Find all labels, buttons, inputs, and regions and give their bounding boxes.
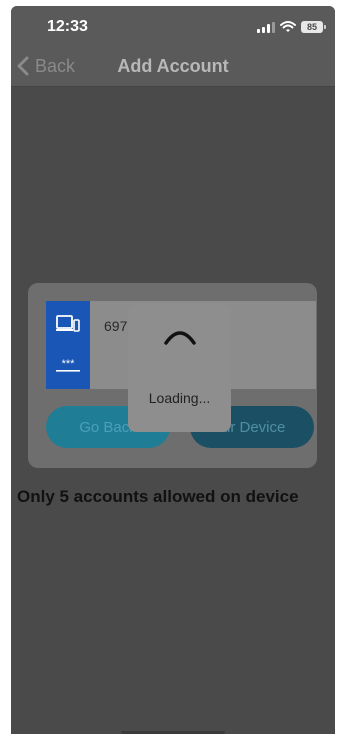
battery-icon: 85 <box>301 21 326 33</box>
status-time: 12:33 <box>47 18 88 35</box>
svg-text:***: *** <box>62 359 76 370</box>
account-number: 697 <box>104 318 128 334</box>
signal-icon <box>257 21 275 33</box>
page-title: Add Account <box>117 56 229 76</box>
spinner-icon <box>163 331 196 345</box>
loading-dialog: Loading... <box>128 304 231 432</box>
loading-text: Loading... <box>148 390 211 406</box>
account-limit-notice: Only 5 accounts allowed on device <box>17 487 299 506</box>
navigation-bar: Back Add Account <box>11 46 335 87</box>
phone-frame: 12:33 85 Back Add Account *** 697 Go Bac… <box>0 0 342 738</box>
wifi-icon <box>280 21 296 32</box>
password-icon: *** <box>56 359 80 372</box>
home-indicator[interactable] <box>121 731 225 734</box>
account-icon-block: *** <box>46 301 90 389</box>
battery-level: 85 <box>306 22 317 32</box>
app-screen: 12:33 85 Back Add Account *** 697 Go Bac… <box>11 6 335 734</box>
status-bar: 12:33 85 <box>11 6 335 46</box>
device-icon <box>56 315 80 332</box>
status-icons: 85 <box>257 20 326 34</box>
